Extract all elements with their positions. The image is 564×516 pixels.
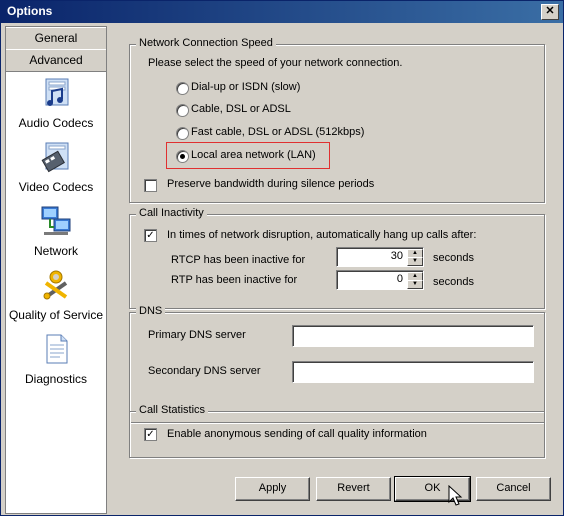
checkbox-label: Enable anonymous sending of call quality… [167, 428, 427, 440]
radio-fast-cable[interactable] [176, 127, 189, 140]
radio-label: Fast cable, DSL or ADSL (512kbps) [191, 126, 365, 138]
secondary-dns-field[interactable] [292, 361, 534, 383]
sidebar-item-label: Quality of Service [8, 308, 104, 322]
rtcp-label: RTCP has been inactive for [171, 254, 306, 266]
network-icon [41, 206, 71, 235]
preserve-bandwidth-checkbox[interactable] [144, 179, 157, 192]
rtcp-unit: seconds [433, 252, 474, 264]
group-legend: Call Statistics [136, 404, 209, 416]
sidebar-item-label: Network [33, 244, 78, 258]
rtp-unit: seconds [433, 276, 474, 288]
sidebar: General Advanced Audio Codecs Video Code [5, 26, 107, 514]
auto-hangup-checkbox[interactable]: ✓ [144, 229, 157, 242]
sidebar-item-network[interactable]: Network [6, 205, 106, 258]
primary-dns-label: Primary DNS server [148, 329, 246, 341]
revert-button[interactable]: Revert [316, 477, 391, 501]
sidebar-item-label: Diagnostics [24, 372, 88, 386]
checkbox-label: Preserve bandwidth during silence period… [167, 178, 375, 190]
cancel-button[interactable]: Cancel [476, 477, 551, 501]
video-codecs-icon [41, 142, 69, 173]
quality-of-service-icon [43, 270, 68, 300]
title-bar: Options ✕ [1, 1, 563, 23]
radio-dialup[interactable] [176, 82, 189, 95]
rtp-value: 0 [396, 273, 403, 285]
radio-cable[interactable] [176, 104, 189, 117]
secondary-dns-label: Secondary DNS server [148, 365, 261, 377]
call-inactivity-group: Call Inactivity ✓ In times of network di… [129, 207, 545, 309]
radio-lan[interactable] [176, 150, 189, 163]
mouse-cursor-icon [448, 485, 463, 506]
network-speed-group: Network Connection Speed Please select t… [129, 37, 545, 203]
group-legend: DNS [136, 305, 166, 317]
speed-prompt: Please select the speed of your network … [148, 57, 403, 69]
sidebar-item-diagnostics[interactable]: Diagnostics [6, 333, 106, 386]
options-dialog: Options ✕ General Advanced Audio Codecs [0, 0, 564, 516]
spin-down-button[interactable]: ▼ [407, 257, 423, 266]
tab-advanced[interactable]: Advanced [6, 49, 106, 72]
group-legend: Network Connection Speed [136, 37, 276, 49]
rtcp-value: 30 [390, 250, 403, 262]
sidebar-item-audio-codecs[interactable]: Audio Codecs [6, 77, 106, 130]
sidebar-item-quality-of-service[interactable]: Quality of Service [6, 269, 106, 322]
tab-general[interactable]: General [6, 27, 106, 50]
sidebar-item-label: Audio Codecs [18, 116, 94, 130]
sidebar-item-label: Video Codecs [18, 180, 94, 194]
apply-button[interactable]: Apply [235, 477, 310, 501]
sidebar-item-video-codecs[interactable]: Video Codecs [6, 141, 106, 194]
diagnostics-icon [46, 334, 68, 364]
radio-label: Cable, DSL or ADSL [191, 103, 291, 115]
audio-codecs-icon [45, 78, 69, 106]
checkbox-label: In times of network disruption, automati… [167, 229, 477, 241]
window-title: Options [7, 4, 53, 18]
rtp-label: RTP has been inactive for [171, 274, 298, 286]
close-button[interactable]: ✕ [541, 4, 559, 20]
radio-label: Local area network (LAN) [191, 149, 316, 161]
anonymous-stats-checkbox[interactable]: ✓ [144, 428, 157, 441]
settings-panel: Network Connection Speed Please select t… [108, 26, 560, 512]
rtp-spinner[interactable]: 0 ▲ ▼ [336, 270, 424, 290]
radio-label: Dial-up or ISDN (slow) [191, 81, 301, 93]
primary-dns-field[interactable] [292, 325, 534, 347]
spin-down-button[interactable]: ▼ [407, 280, 423, 289]
group-legend: Call Inactivity [136, 207, 207, 219]
call-statistics-group: Call Statistics ✓ Enable anonymous sendi… [129, 404, 545, 458]
rtcp-spinner[interactable]: 30 ▲ ▼ [336, 247, 424, 267]
